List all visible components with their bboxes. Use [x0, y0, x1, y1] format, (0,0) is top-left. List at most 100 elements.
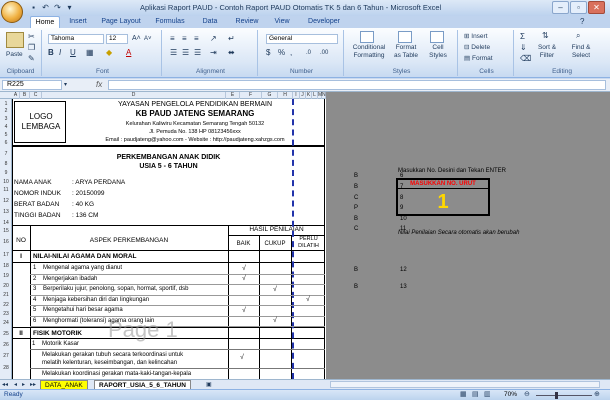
close-button[interactable]: ✕ — [588, 1, 605, 14]
paste-button[interactable]: Paste — [6, 50, 23, 59]
save-icon[interactable]: ▪ — [28, 2, 39, 13]
insert-cells-button[interactable]: ⊞ Insert — [464, 32, 488, 41]
wrap-text-icon[interactable]: ↵ — [228, 34, 235, 44]
shrink-font-icon[interactable]: A˅ — [144, 34, 152, 44]
format-painter-icon[interactable]: ✎ — [28, 54, 35, 64]
column-header[interactable]: D — [42, 92, 226, 99]
row-header[interactable]: 6 — [0, 140, 12, 146]
align-middle-icon[interactable]: ≡ — [182, 34, 187, 44]
row-header[interactable]: 24 — [0, 320, 12, 326]
font-size-select[interactable]: 12 — [106, 34, 128, 44]
customize-qat-icon[interactable]: ▾ — [64, 2, 75, 13]
format-as-table-icon[interactable] — [398, 31, 412, 43]
align-top-icon[interactable]: ≡ — [170, 34, 175, 44]
align-center-icon[interactable]: ☰ — [182, 48, 189, 58]
paste-icon[interactable] — [6, 32, 24, 48]
maximize-button[interactable]: ▫ — [570, 1, 587, 14]
worksheet[interactable]: ABCDEFGHIJKLMNO 123456789101112131415161… — [0, 92, 326, 379]
align-bottom-icon[interactable]: ≡ — [194, 34, 199, 44]
row-header[interactable]: 17 — [0, 252, 12, 258]
sequence-input-box[interactable]: MASUKKAN NO. URUT 1 — [396, 178, 490, 216]
sequence-input-value[interactable]: 1 — [398, 190, 488, 214]
row-header[interactable]: 23 — [0, 311, 12, 317]
column-header[interactable]: B — [20, 92, 30, 99]
copy-icon[interactable]: ❐ — [28, 43, 35, 53]
zoom-slider-thumb[interactable] — [555, 392, 558, 399]
clear-icon[interactable]: ⌫ — [520, 54, 531, 64]
font-color-icon[interactable]: A — [126, 48, 131, 58]
row-header[interactable]: 18 — [0, 263, 12, 269]
row-header[interactable]: 2 — [0, 108, 12, 114]
autosum-icon[interactable]: Σ — [520, 32, 525, 42]
horizontal-scrollbar[interactable] — [330, 381, 600, 388]
formula-input[interactable] — [108, 80, 606, 90]
column-header[interactable]: H — [278, 92, 293, 99]
name-box-dropdown-icon[interactable]: ▾ — [64, 80, 67, 90]
font-name-select[interactable]: Tahoma — [48, 34, 104, 44]
column-header[interactable]: E — [226, 92, 240, 99]
percent-icon[interactable]: % — [278, 48, 285, 58]
increase-decimal-icon[interactable]: .0 — [306, 48, 311, 58]
number-format-select[interactable]: General — [266, 34, 338, 44]
normal-view-icon[interactable]: ▦ — [460, 390, 467, 400]
column-header[interactable]: F — [240, 92, 262, 99]
cell-styles-icon[interactable] — [430, 31, 444, 43]
row-header[interactable]: 4 — [0, 124, 12, 130]
row-header[interactable]: 10 — [0, 179, 12, 185]
redo-icon[interactable]: ↷ — [52, 2, 63, 13]
minimize-button[interactable]: – — [552, 1, 569, 14]
borders-icon[interactable]: ▦ — [86, 48, 94, 58]
row-header[interactable]: 20 — [0, 283, 12, 289]
delete-cells-button[interactable]: ⊟ Delete — [464, 43, 490, 52]
row-header[interactable]: 15 — [0, 228, 12, 234]
find-select-icon[interactable]: ⌕ — [576, 31, 580, 41]
tab-developer[interactable]: Developer — [302, 16, 346, 28]
row-header[interactable]: 5 — [0, 132, 12, 138]
undo-icon[interactable]: ↶ — [40, 2, 51, 13]
fill-color-icon[interactable]: ◆ — [106, 48, 112, 58]
office-button[interactable] — [1, 1, 23, 23]
row-header[interactable]: 27 — [0, 353, 12, 359]
tab-page-layout[interactable]: Page Layout — [98, 16, 144, 28]
zoom-level[interactable]: 70% — [504, 391, 517, 399]
column-header[interactable]: I — [293, 92, 300, 99]
row-header[interactable]: 25 — [0, 331, 12, 337]
tab-data[interactable]: Data — [196, 16, 224, 28]
format-as-table-button[interactable]: Format as Table — [392, 44, 420, 60]
row-header[interactable]: 3 — [0, 116, 12, 122]
zoom-in-icon[interactable]: ⊕ — [594, 390, 600, 400]
conditional-formatting-icon[interactable] — [360, 31, 374, 43]
underline-icon[interactable]: U — [70, 48, 76, 58]
indent-icon[interactable]: ⇥ — [210, 48, 217, 58]
page-break-preview-icon[interactable]: ▥ — [484, 390, 491, 400]
row-header[interactable]: 28 — [0, 365, 12, 371]
cut-icon[interactable]: ✂ — [28, 32, 35, 42]
find-select-button[interactable]: Find & Select — [564, 44, 598, 60]
align-left-icon[interactable]: ☰ — [170, 48, 177, 58]
decrease-decimal-icon[interactable]: .00 — [320, 48, 328, 58]
tab-insert[interactable]: Insert — [64, 16, 92, 28]
tab-review[interactable]: Review — [230, 16, 264, 28]
tab-view[interactable]: View — [268, 16, 296, 28]
insert-function-icon[interactable]: fx — [96, 79, 102, 91]
tab-formulas[interactable]: Formulas — [150, 16, 190, 28]
cell-styles-button[interactable]: Cell Styles — [424, 44, 452, 60]
column-header[interactable]: G — [262, 92, 278, 99]
currency-icon[interactable]: $ — [266, 48, 270, 58]
align-right-icon[interactable]: ☰ — [194, 48, 201, 58]
row-header[interactable]: 9 — [0, 170, 12, 176]
sort-filter-button[interactable]: Sort & Filter — [532, 44, 562, 60]
column-header[interactable]: A — [12, 92, 20, 99]
column-header[interactable]: C — [30, 92, 42, 99]
sort-filter-icon[interactable]: ⇅ — [542, 31, 549, 41]
row-header[interactable]: 22 — [0, 302, 12, 308]
merge-center-icon[interactable]: ⬌ — [228, 48, 235, 58]
tab-home[interactable]: Home — [30, 16, 60, 28]
bold-icon[interactable]: B — [48, 48, 54, 58]
row-header[interactable]: 8 — [0, 161, 12, 167]
row-header[interactable]: 16 — [0, 239, 12, 245]
grow-font-icon[interactable]: A˄ — [132, 34, 141, 44]
row-header[interactable]: 1 — [0, 101, 12, 107]
zoom-out-icon[interactable]: ⊖ — [524, 390, 530, 400]
fill-icon[interactable]: ⇓ — [520, 43, 527, 53]
